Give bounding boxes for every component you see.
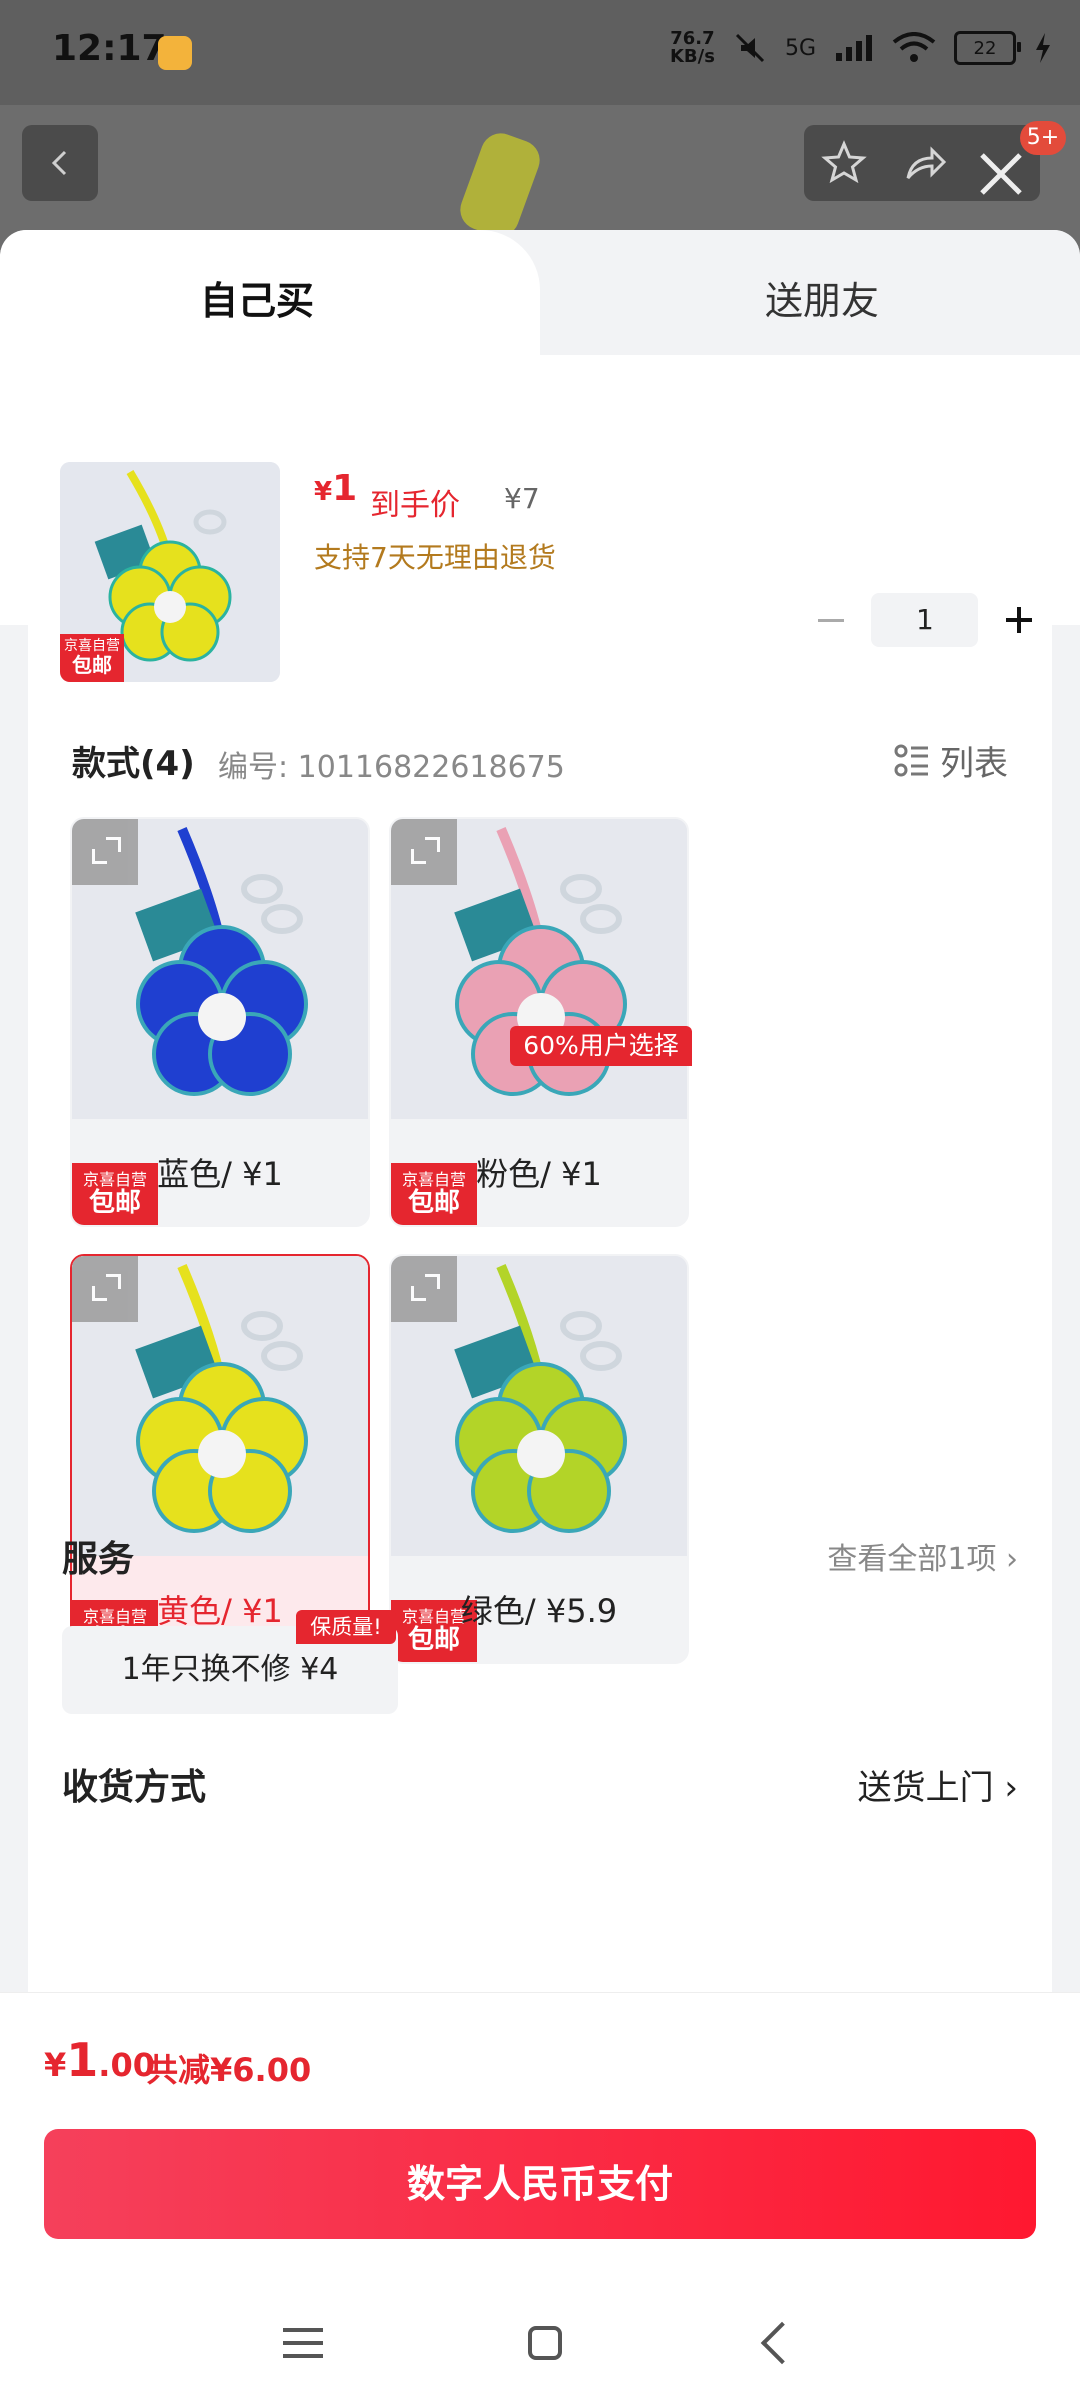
recent-apps-icon[interactable] xyxy=(282,2326,323,2360)
view-all-services-link[interactable]: 查看全部1项 › xyxy=(827,1534,1018,1578)
system-navigation-bar xyxy=(0,2285,1080,2401)
checkout-footer: ¥1.00 共减¥6.00 数字人民币支付 xyxy=(0,1992,1080,2401)
delivery-method-selector[interactable]: 送货上门 › xyxy=(858,1760,1018,1809)
mute-icon xyxy=(735,33,765,63)
wifi-icon xyxy=(892,32,936,62)
digital-rmb-pay-button[interactable]: 数字人民币支付 xyxy=(44,2129,1036,2239)
net-speed: 76.7 KB/s xyxy=(670,30,715,66)
star-icon[interactable] xyxy=(821,140,868,186)
total-savings: 共减¥6.00 xyxy=(146,2051,312,2089)
share-icon[interactable] xyxy=(902,140,948,186)
signal-label: 5G xyxy=(784,35,816,61)
status-time: 12:17 xyxy=(52,28,167,69)
popular-choice-badge: 60%用户选择 xyxy=(510,1026,692,1066)
service-title: 服务 xyxy=(62,1539,135,1580)
system-back-icon[interactable] xyxy=(761,2321,804,2365)
home-icon[interactable] xyxy=(527,2326,562,2360)
total-integer: 1 xyxy=(66,2033,99,2087)
battery-level: 22 xyxy=(973,37,997,59)
signal-icon xyxy=(836,35,872,61)
back-button[interactable] xyxy=(22,125,98,201)
status-icons: 76.7 KB/s 5G 22 xyxy=(670,30,1052,66)
service-badge: 保质量! xyxy=(296,1610,396,1644)
battery-icon: 22 xyxy=(954,31,1021,65)
net-speed-unit: KB/s xyxy=(669,46,715,67)
app-notification-icon xyxy=(158,36,192,70)
total-yen: ¥ xyxy=(44,2046,67,2084)
charging-icon xyxy=(1036,33,1050,63)
total-price: ¥1.00 xyxy=(44,2033,155,2087)
status-bar: 12:17 76.7 KB/s 5G 22 xyxy=(0,0,1080,105)
product-topbar: 5+ xyxy=(0,105,1080,235)
chevron-left-icon xyxy=(51,150,67,176)
delivery-title: 收货方式 xyxy=(62,1767,207,1808)
close-icon[interactable] xyxy=(974,147,1028,201)
